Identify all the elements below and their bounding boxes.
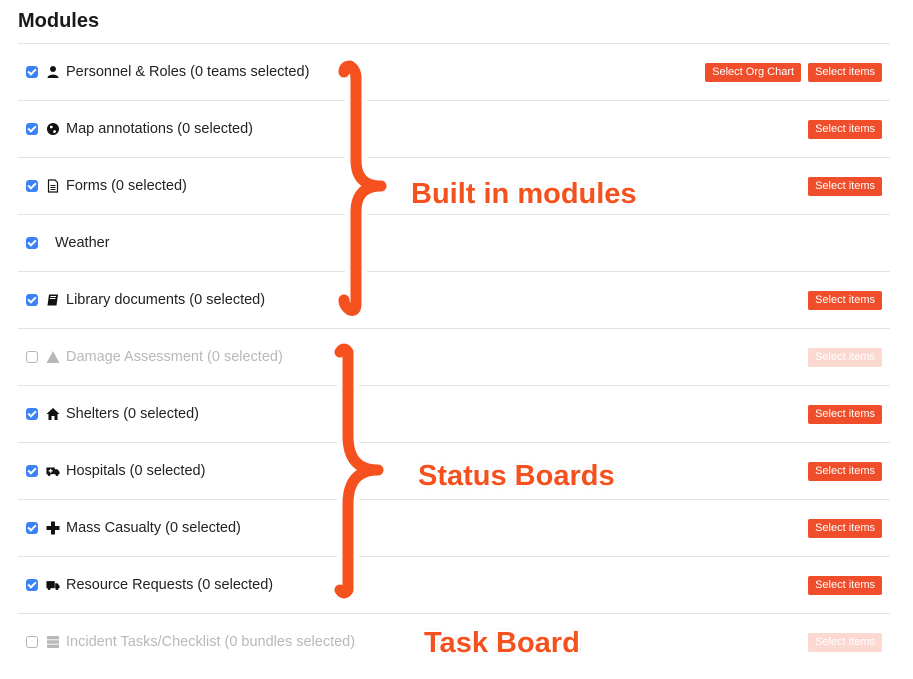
- annotation-task-board: Task Board: [424, 627, 580, 659]
- annotation-status-boards: Status Boards: [418, 460, 615, 492]
- brace-status-boards: [329, 338, 389, 604]
- brace-built-in: [333, 55, 392, 322]
- annotation-overlay: [329, 55, 392, 604]
- annotation-built-in-modules: Built in modules: [411, 178, 637, 210]
